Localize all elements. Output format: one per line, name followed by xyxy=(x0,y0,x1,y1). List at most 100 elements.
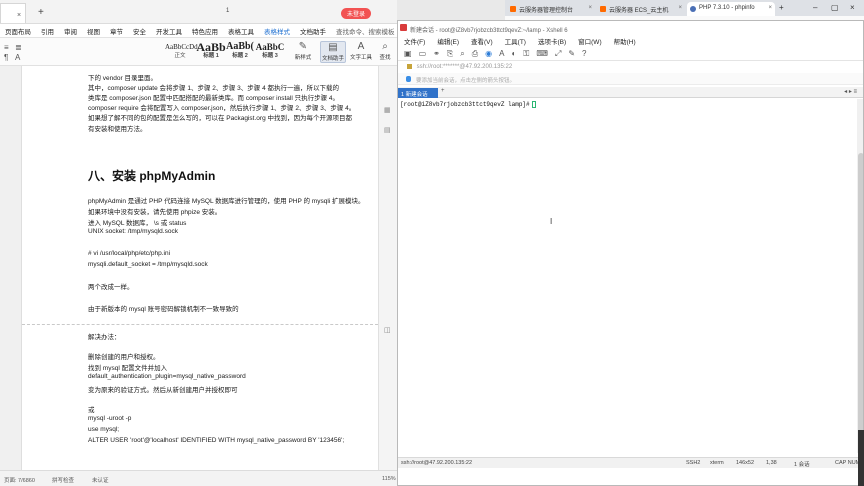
tip-icon xyxy=(406,76,411,82)
style-heading2[interactable]: AaBb( 标题 2 xyxy=(226,41,254,63)
terminal-scrollbar[interactable] xyxy=(857,99,863,453)
open-folder-icon[interactable]: ▭ xyxy=(419,49,427,58)
new-session-icon[interactable]: ▣ xyxy=(404,49,412,58)
help-icon[interactable]: ? xyxy=(582,49,586,58)
keyboard-lock-status: CAP NUM xyxy=(835,460,861,466)
aliyun-favicon-icon xyxy=(510,6,516,12)
xshell-menubar: 文件(F) 编辑(E) 查看(V) 工具(T) 选项卡(B) 窗口(W) 帮助(… xyxy=(398,35,863,47)
new-style-button[interactable]: ✎ 新样式 xyxy=(290,41,316,63)
add-tab-icon[interactable]: + xyxy=(38,7,44,18)
zoom-level[interactable]: 115% xyxy=(382,476,396,482)
text-tools-icon: A xyxy=(357,41,365,52)
menu-item[interactable]: 开发工具 xyxy=(151,26,187,36)
xshell-titlebar: 新建会话 - root@iZ8vb7rjobzcb3ttct9qevZ:~/la… xyxy=(398,21,863,35)
font-color-icon[interactable]: A xyxy=(15,53,20,62)
session-address-bar[interactable]: ssh://root:*******@47.92.200.135:22 xyxy=(398,61,863,73)
minimize-icon[interactable]: – xyxy=(813,3,817,12)
menu-item[interactable]: 视图 xyxy=(82,26,105,36)
style-sample: AaBb xyxy=(196,40,226,54)
panel-icon[interactable]: ▤ xyxy=(384,126,391,134)
style-name: 标题 2 xyxy=(232,53,248,59)
page-count: 页面: 7/6860 xyxy=(4,478,35,484)
close-icon[interactable]: × xyxy=(768,5,772,11)
panel-icon[interactable]: ◫ xyxy=(384,326,391,334)
tab-navigation-icon[interactable]: ◂ ▸ ≡ xyxy=(844,88,857,95)
section-heading: 八、安装 phpMyAdmin xyxy=(88,169,216,183)
align-left-icon[interactable]: ≡ xyxy=(4,43,9,52)
vertical-ruler xyxy=(0,66,22,470)
new-style-icon: ✎ xyxy=(298,41,308,52)
close-icon[interactable]: × xyxy=(17,12,21,19)
add-tab-icon[interactable]: + xyxy=(441,88,445,94)
menu-item[interactable]: 表格工具 xyxy=(223,26,259,36)
style-heading1[interactable]: AaBb 标题 1 xyxy=(196,41,226,63)
print-icon[interactable]: ⎙ xyxy=(472,49,478,59)
document-tab[interactable]: × xyxy=(0,3,26,23)
menu-item[interactable]: 引用 xyxy=(36,26,59,36)
browser-tab-label: PHP 7.3.10 - phpinfo xyxy=(699,5,755,11)
font-icon[interactable]: A xyxy=(499,49,504,58)
login-badge[interactable]: 未登录 xyxy=(341,8,372,19)
word-titlebar: × + 1 未登录 xyxy=(0,0,397,24)
xshell-window: 新建会话 - root@iZ8vb7rjobzcb3ttct9qevZ:~/la… xyxy=(397,20,864,486)
link-icon[interactable]: ⚭ xyxy=(433,49,440,58)
doc-line: 类库是 composer.json 配置中匹配搭配的最新类库。而 compose… xyxy=(88,95,340,102)
menu-edit[interactable]: 编辑(E) xyxy=(431,36,465,46)
style-normal[interactable]: AaBbCcDd 正文 xyxy=(165,41,198,63)
menu-item[interactable]: 页面布局 xyxy=(0,26,36,36)
browser-tab-phpinfo[interactable]: PHP 7.3.10 - phpinfo × xyxy=(687,2,775,16)
panel-icon[interactable]: ▦ xyxy=(384,106,391,114)
spell-check-toggle[interactable]: 拼写检查 xyxy=(52,476,74,484)
menu-tools[interactable]: 工具(T) xyxy=(499,36,532,46)
menu-tabs[interactable]: 选项卡(B) xyxy=(532,36,572,46)
browser-tab-ecs[interactable]: 云服务器 ECS_云主机 × xyxy=(597,2,685,16)
menu-file[interactable]: 文件(F) xyxy=(398,36,431,46)
menu-item[interactable]: 文档助手 xyxy=(295,26,331,36)
fullscreen-icon[interactable]: ⤢ xyxy=(555,49,561,59)
new-tab-icon[interactable]: + xyxy=(779,3,784,12)
close-icon[interactable]: × xyxy=(588,5,592,11)
find-button[interactable]: ⌕ 查找 xyxy=(374,41,396,63)
tab-session-1[interactable]: 1 新建会话 xyxy=(398,88,438,98)
menu-help[interactable]: 帮助(H) xyxy=(608,36,642,46)
terminal-cursor xyxy=(531,101,536,108)
doc-line: ALTER USER 'root'@'localhost' IDENTIFIED… xyxy=(88,437,345,444)
word-statusbar: 页面: 7/6860 拼写检查 未认证 115% xyxy=(0,470,397,486)
scrollbar-thumb[interactable] xyxy=(858,153,863,433)
maximize-icon[interactable]: ▢ xyxy=(831,3,839,12)
prompt-text: [root@iZ8vb7rjobzcb3ttct9qevZ lamp]# xyxy=(400,101,530,109)
menu-item[interactable]: 审阅 xyxy=(59,26,82,36)
doc-line: 解决办法： xyxy=(88,334,121,341)
window-close-icon[interactable]: × xyxy=(850,3,855,12)
doc-line: UNIX socket: /tmp/mysqld.sock xyxy=(88,228,178,235)
color-icon[interactable]: ◐ xyxy=(511,49,516,58)
key-icon xyxy=(407,64,412,69)
side-panel-strip: ▦ ▤ ◫ xyxy=(378,66,397,470)
script-icon[interactable]: ✎ xyxy=(568,49,575,58)
terminal-size: 146x52 xyxy=(736,460,755,466)
doc-assistant-button[interactable]: ▤ 文档助手 xyxy=(320,41,346,63)
menu-item[interactable]: 安全 xyxy=(128,26,151,36)
terminal-area[interactable]: [root@iZ8vb7rjobzcb3ttct9qevZ lamp]# I xyxy=(398,99,857,453)
globe-icon[interactable]: ◉ xyxy=(485,49,492,58)
command-search[interactable]: 查找命令、搜索模板 xyxy=(331,26,397,36)
menu-item[interactable]: 表格样式 xyxy=(259,26,295,36)
style-heading3[interactable]: AaBbC 标题 3 xyxy=(255,41,285,63)
copy-icon[interactable]: ⎘ xyxy=(447,49,453,59)
terminal-prompt: [root@iZ8vb7rjobzcb3ttct9qevZ lamp]# xyxy=(400,101,536,108)
close-icon[interactable]: × xyxy=(678,5,682,11)
find-icon[interactable]: ⌕ xyxy=(460,49,464,59)
lock-icon[interactable]: ⚿ xyxy=(523,49,529,59)
text-tools-button[interactable]: A 文字工具 xyxy=(348,41,374,63)
doc-line: 找到 mysql 配置文件并加入 xyxy=(88,365,168,372)
menu-view[interactable]: 查看(V) xyxy=(465,36,499,46)
menu-item[interactable]: 章节 xyxy=(105,26,128,36)
keyboard-icon[interactable]: ⌨ xyxy=(536,49,548,58)
document-page[interactable]: 下的 vendor 目录里面。 其中，composer update 会将步骤 … xyxy=(22,66,378,470)
align-center-icon[interactable]: ≣ xyxy=(15,43,22,52)
menu-item[interactable]: 特色应用 xyxy=(187,26,223,36)
browser-tab-console[interactable]: 云服务器管理控制台 × xyxy=(507,2,595,16)
doc-line: phpMyAdmin 是通过 PHP 代码连接 MySQL 数据库进行管理的，使… xyxy=(88,198,365,205)
paragraph-icon[interactable]: ¶ xyxy=(4,53,8,62)
menu-window[interactable]: 窗口(W) xyxy=(572,36,607,46)
